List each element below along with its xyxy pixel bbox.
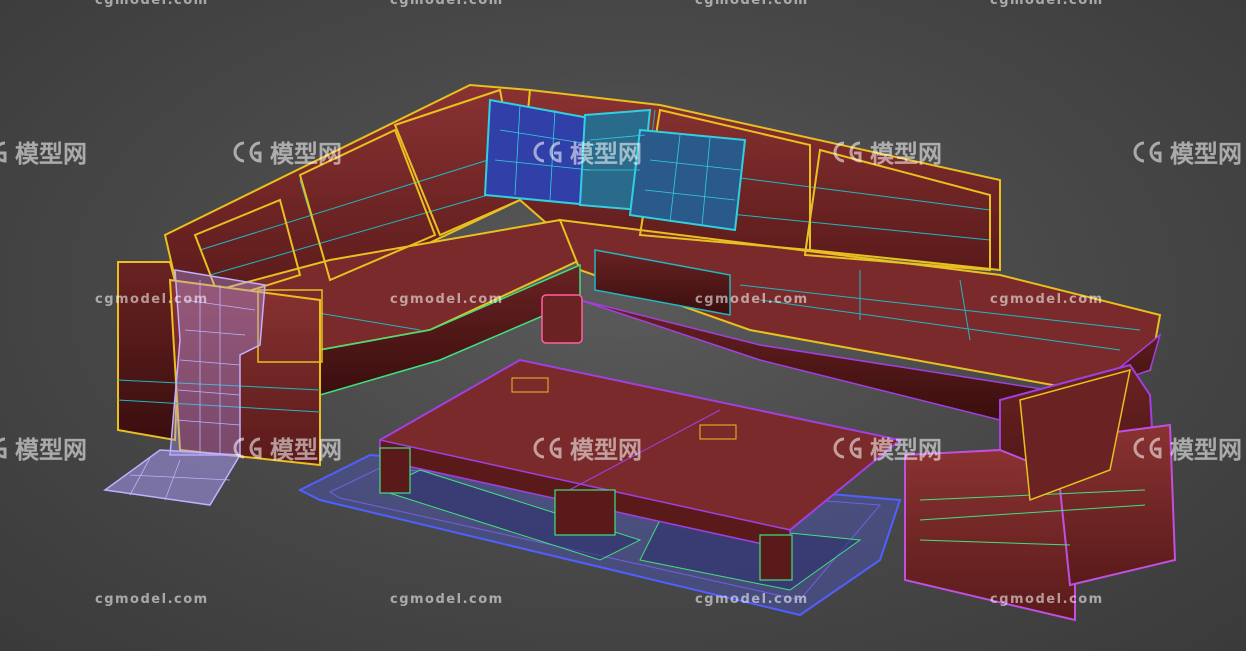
cg-logo-icon xyxy=(233,437,262,459)
watermark-brand: 模型网 xyxy=(230,134,342,169)
watermark-brand-text: 模型网 xyxy=(1170,436,1242,464)
3d-viewport[interactable]: cgmodel.com cgmodel.com cgmodel.com cgmo… xyxy=(0,0,1246,651)
cg-logo-icon xyxy=(0,141,7,163)
watermark-url: cgmodel.com xyxy=(390,592,504,607)
cg-logo-icon xyxy=(833,437,862,459)
watermark-brand: 模型网 xyxy=(1130,430,1242,465)
watermark-url: cgmodel.com xyxy=(95,292,209,307)
watermark-brand-text: 模型网 xyxy=(870,436,942,464)
watermark-brand: 模型网 xyxy=(530,430,642,465)
watermark-brand: 模型网 xyxy=(1130,134,1242,169)
sofa-wireframe-scene[interactable] xyxy=(0,0,1246,651)
cg-logo-icon xyxy=(1133,141,1162,163)
watermark-url: cgmodel.com xyxy=(95,0,209,8)
watermark-url: cgmodel.com xyxy=(95,592,209,607)
watermark-brand: 模型网 xyxy=(830,134,942,169)
cg-logo-icon xyxy=(233,141,262,163)
watermark-brand-text: 模型网 xyxy=(15,140,87,168)
watermark-url: cgmodel.com xyxy=(695,592,809,607)
cg-logo-icon xyxy=(833,141,862,163)
watermark-brand-text: 模型网 xyxy=(570,436,642,464)
watermark-brand: 模型网 xyxy=(230,430,342,465)
watermark-brand-text: 模型网 xyxy=(570,140,642,168)
watermark-url: cgmodel.com xyxy=(695,0,809,8)
cg-logo-icon xyxy=(1133,437,1162,459)
cg-logo-icon xyxy=(533,141,562,163)
watermark-url: cgmodel.com xyxy=(390,0,504,8)
watermark-brand-text: 模型网 xyxy=(270,140,342,168)
watermark-brand-text: 模型网 xyxy=(1170,140,1242,168)
watermark-url: cgmodel.com xyxy=(695,292,809,307)
watermark-url: cgmodel.com xyxy=(990,592,1104,607)
cg-logo-icon xyxy=(0,437,7,459)
watermark-url: cgmodel.com xyxy=(990,0,1104,8)
watermark-url: cgmodel.com xyxy=(390,292,504,307)
watermark-brand: 模型网 xyxy=(0,430,87,465)
watermark-brand: 模型网 xyxy=(830,430,942,465)
watermark-brand-text: 模型网 xyxy=(870,140,942,168)
watermark-brand: 模型网 xyxy=(530,134,642,169)
cg-logo-icon xyxy=(533,437,562,459)
watermark-url: cgmodel.com xyxy=(990,292,1104,307)
watermark-brand: 模型网 xyxy=(0,134,87,169)
watermark-brand-text: 模型网 xyxy=(15,436,87,464)
watermark-brand-text: 模型网 xyxy=(270,436,342,464)
